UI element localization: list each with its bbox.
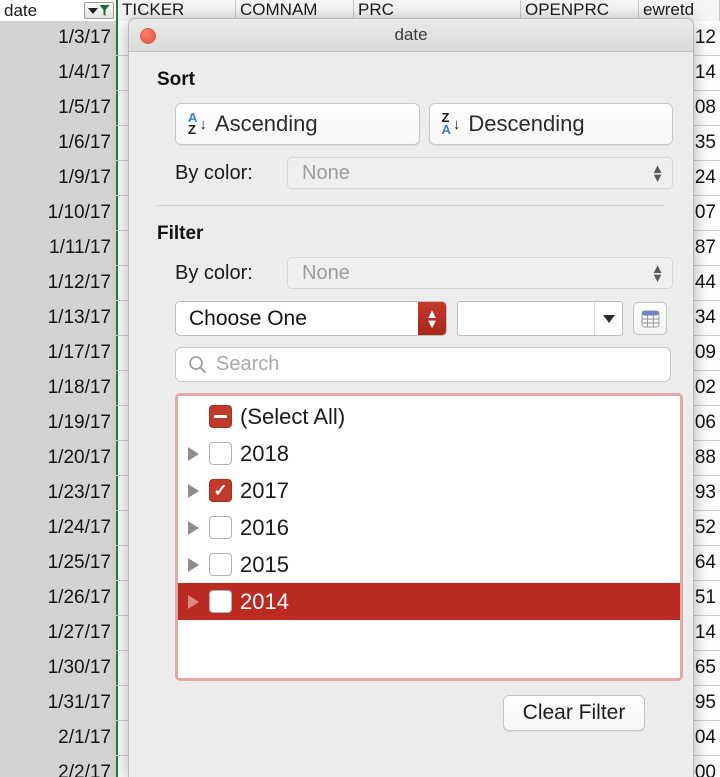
cell-date[interactable]: 1/9/17	[0, 161, 118, 195]
filter-by-color-label: By color:	[175, 261, 253, 284]
filter-list-item[interactable]: 2018	[178, 435, 680, 472]
cell-date[interactable]: 1/20/17	[0, 441, 118, 475]
sort-descending-button[interactable]: ZA ↓ Descending	[428, 103, 673, 145]
filter-list-item-label: 2015	[240, 551, 289, 577]
filter-list-item-label: (Select All)	[240, 403, 346, 429]
dialog-titlebar[interactable]: date	[129, 19, 693, 52]
check-icon: ✓	[213, 481, 228, 500]
sort-by-color-row: By color: None ▲ ▼	[175, 157, 673, 189]
cell-date[interactable]: 1/5/17	[0, 91, 118, 125]
filter-list-item[interactable]: 2014	[178, 583, 680, 620]
calendar-picker-icon	[641, 310, 659, 327]
filter-by-color-row: By color: None ▲ ▼	[175, 257, 673, 289]
cell-date[interactable]: 1/27/17	[0, 616, 118, 650]
disclosure-triangle-icon[interactable]	[188, 594, 199, 609]
sort-by-color-select[interactable]: None ▲ ▼	[287, 157, 673, 189]
cell-date[interactable]: 1/25/17	[0, 546, 118, 580]
filter-choose-one-value: Choose One	[189, 306, 307, 330]
cell-date[interactable]: 1/23/17	[0, 476, 118, 510]
column-header-date[interactable]: date	[0, 0, 118, 21]
filter-search-placeholder: Search	[216, 353, 280, 375]
section-divider	[157, 205, 665, 206]
column-header-comnam-label: COMNAM	[240, 0, 318, 19]
sort-by-color-label: By color:	[175, 161, 253, 184]
filter-criteria-combobox[interactable]	[457, 301, 623, 336]
filter-list-item-label: 2018	[240, 440, 289, 466]
cell-date[interactable]: 2/1/17	[0, 721, 118, 755]
checkbox-unchecked[interactable]	[209, 516, 232, 539]
date-picker-button[interactable]	[633, 302, 667, 335]
filter-values-listbox[interactable]: (Select All) 2018 ✓ 2017 2016 2015 2014	[175, 393, 683, 681]
sort-buttons-row: AZ ↓ Ascending ZA ↓ Descending	[175, 103, 673, 145]
cell-date[interactable]: 1/17/17	[0, 336, 118, 370]
cell-date[interactable]: 1/18/17	[0, 371, 118, 405]
clear-filter-button[interactable]: Clear Filter	[503, 695, 645, 731]
cell-date[interactable]: 1/6/17	[0, 126, 118, 160]
cell-date[interactable]: 1/13/17	[0, 301, 118, 335]
sort-by-color-value: None	[302, 161, 350, 184]
filter-list-item-label: 2017	[240, 477, 289, 503]
cell-date[interactable]: 1/11/17	[0, 231, 118, 265]
column-header-date-label: date	[4, 0, 38, 20]
filter-funnel-icon	[99, 5, 110, 16]
filter-by-color-value: None	[302, 261, 350, 284]
checkbox-unchecked[interactable]	[209, 553, 232, 576]
filter-criteria-row: Choose One ▲ ▼	[175, 301, 673, 336]
checkbox-checked[interactable]: ✓	[209, 479, 232, 502]
cell-date[interactable]: 1/12/17	[0, 266, 118, 300]
filter-list-item-label: 2014	[240, 588, 289, 614]
stepper-arrows-icon: ▲ ▼	[651, 161, 664, 185]
column-header-prc-label: PRC	[358, 0, 394, 19]
column-header-openprc-label: OPENPRC	[525, 0, 610, 19]
filter-list-item-label: 2016	[240, 514, 289, 540]
cell-date[interactable]: 1/31/17	[0, 686, 118, 720]
screen: date TICKER COMNAM PRC OPENPRC ewretd 1/…	[0, 0, 720, 777]
checkbox-unchecked[interactable]	[209, 442, 232, 465]
filter-by-color-select[interactable]: None ▲ ▼	[287, 257, 673, 289]
sort-ascending-button[interactable]: AZ ↓ Ascending	[175, 103, 420, 145]
dialog-footer: Clear Filter	[149, 695, 645, 731]
sort-descending-label: Descending	[468, 111, 585, 136]
checkbox-unchecked[interactable]	[209, 590, 232, 613]
cell-date[interactable]: 1/4/17	[0, 56, 118, 90]
column-filter-dialog: date Sort AZ ↓ Ascending Z A ↓ Descendin…	[128, 18, 694, 777]
filter-choose-one-select[interactable]: Choose One ▲ ▼	[175, 301, 447, 336]
stepper-arrows-icon: ▲ ▼	[651, 261, 664, 285]
disclosure-triangle-icon[interactable]	[188, 483, 199, 498]
column-filter-button-date[interactable]	[84, 2, 114, 19]
search-icon	[189, 356, 206, 373]
filter-list-item[interactable]: 2015	[178, 546, 680, 583]
column-header-ewretd-label: ewretd	[643, 0, 695, 19]
chevron-down-icon[interactable]	[594, 302, 622, 335]
disclosure-triangle-icon[interactable]	[188, 557, 199, 572]
cell-date[interactable]: 1/3/17	[0, 21, 118, 55]
chevron-down-icon	[88, 7, 98, 14]
cell-date[interactable]: 1/24/17	[0, 511, 118, 545]
popup-arrows-icon: ▲ ▼	[418, 302, 446, 335]
cell-date[interactable]: 1/10/17	[0, 196, 118, 230]
minus-icon	[214, 415, 227, 418]
filter-section-heading: Filter	[157, 223, 204, 244]
cell-date[interactable]: 1/30/17	[0, 651, 118, 685]
close-icon[interactable]	[140, 28, 156, 44]
disclosure-triangle-icon[interactable]	[188, 520, 199, 535]
filter-list-item[interactable]: (Select All)	[178, 398, 680, 435]
filter-search-field[interactable]: Search	[175, 347, 671, 382]
dialog-body: Sort AZ ↓ Ascending ZA ↓ Descending By c…	[129, 69, 693, 731]
dialog-title: date	[394, 25, 428, 44]
filter-list-item[interactable]: ✓ 2017	[178, 472, 680, 509]
sort-z-to-a-icon: ZA ↓	[441, 110, 461, 137]
sort-ascending-label: Ascending	[214, 111, 318, 136]
sort-a-to-z-icon: AZ ↓	[188, 110, 207, 137]
cell-date[interactable]: 2/2/17	[0, 756, 118, 777]
sort-section-heading: Sort	[157, 69, 195, 90]
checkbox-mixed[interactable]	[209, 405, 232, 428]
cell-date[interactable]: 1/19/17	[0, 406, 118, 440]
filter-list-item[interactable]: 2016	[178, 509, 680, 546]
disclosure-triangle-icon[interactable]	[188, 446, 199, 461]
column-header-ticker-label: TICKER	[122, 0, 185, 19]
cell-date[interactable]: 1/26/17	[0, 581, 118, 615]
clear-filter-label: Clear Filter	[522, 701, 626, 724]
